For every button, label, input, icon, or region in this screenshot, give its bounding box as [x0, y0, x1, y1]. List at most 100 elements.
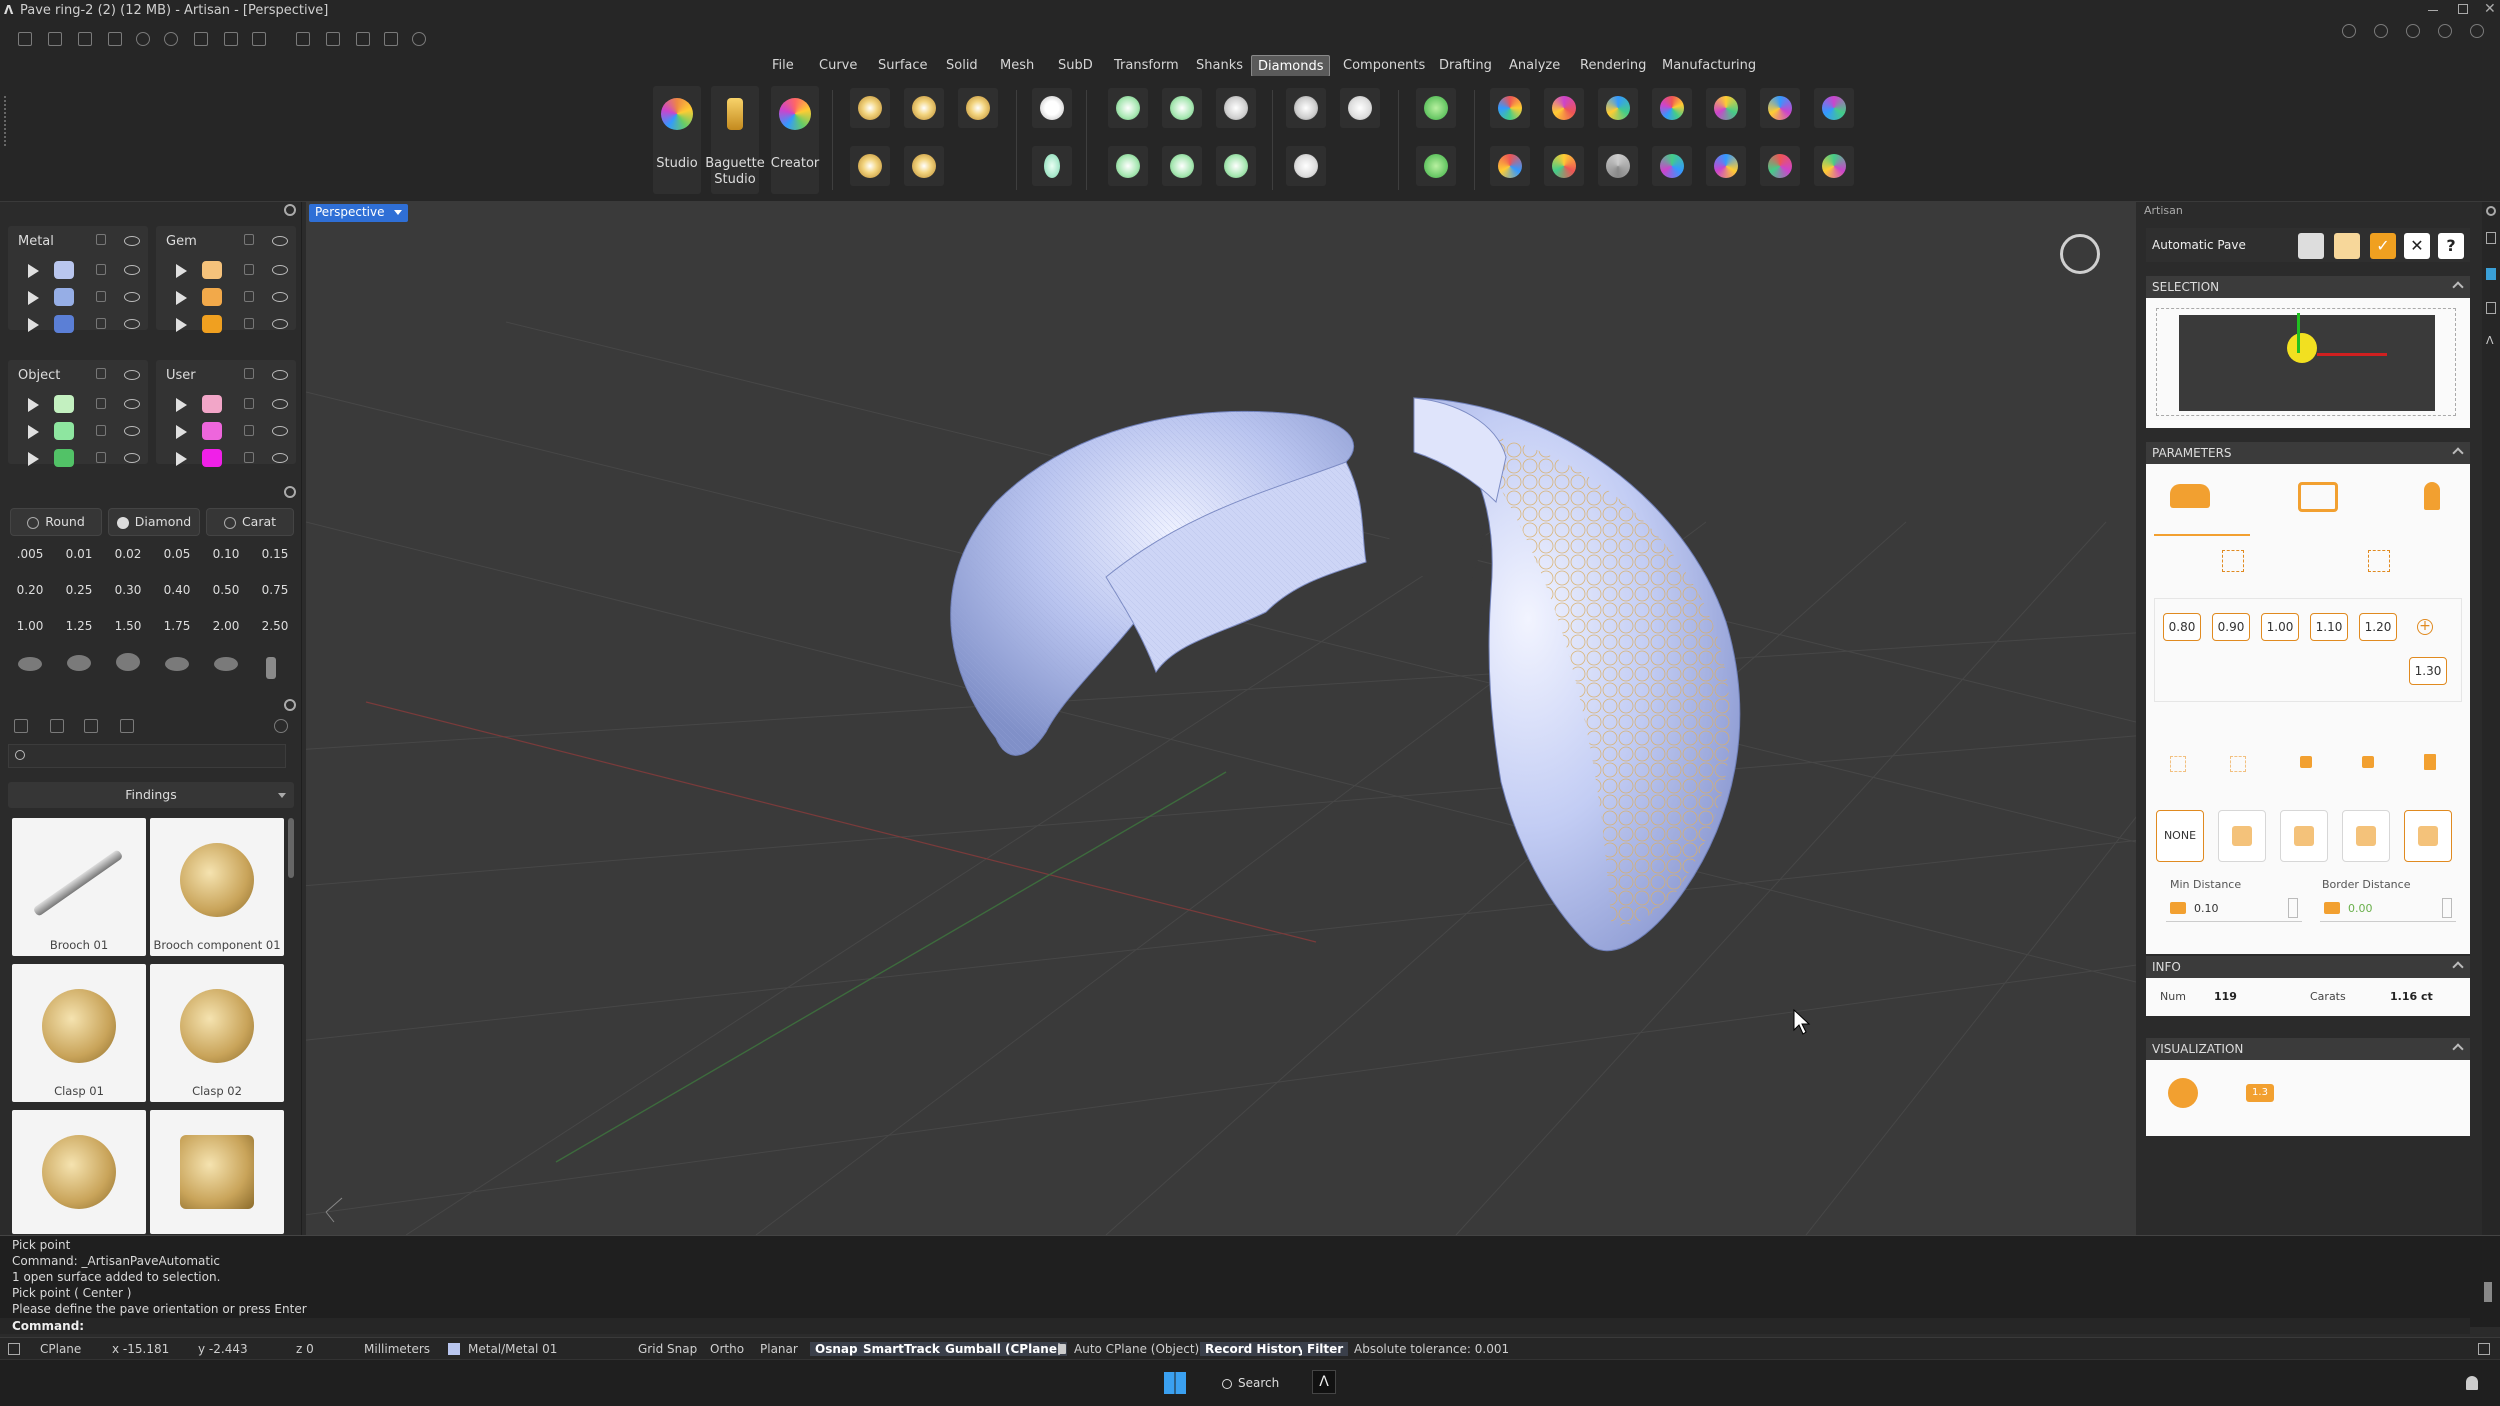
cut-icon[interactable]	[384, 32, 398, 46]
prong-add-button[interactable]	[1416, 88, 1456, 128]
carat-button[interactable]: 0.01	[58, 540, 100, 568]
library-item[interactable]	[150, 1110, 284, 1234]
eye-icon[interactable]	[272, 453, 288, 463]
windows-start-icon[interactable]	[1164, 1372, 1186, 1394]
size-factor-button[interactable]: 1.10	[2310, 613, 2348, 641]
strip-settings-icon[interactable]	[2486, 206, 2496, 216]
menu-transform[interactable]: Transform	[1108, 55, 1185, 77]
snap-icon[interactable]	[412, 32, 426, 46]
strip-properties-icon[interactable]	[2486, 232, 2496, 244]
border-distance-field[interactable]: 0.00	[2320, 896, 2456, 922]
display-icon[interactable]	[2438, 24, 2452, 38]
metal-group-eye-icon[interactable]	[124, 236, 140, 246]
carat-button[interactable]: 2.50	[254, 612, 296, 640]
gem-on-curve-button[interactable]	[850, 88, 890, 128]
play-icon[interactable]	[176, 398, 187, 412]
status-record-history[interactable]: Record History	[1200, 1342, 1311, 1356]
studio-button[interactable]: Studio	[653, 86, 701, 194]
user-group-lock-icon[interactable]	[244, 368, 254, 379]
menu-drafting[interactable]: Drafting	[1433, 55, 1498, 77]
eye-icon[interactable]	[272, 319, 288, 329]
library-grid-icon[interactable]	[120, 719, 134, 733]
gem-shape-dropdown[interactable]: Round	[10, 508, 102, 536]
layer-color-swatch[interactable]	[202, 449, 222, 467]
play-icon[interactable]	[176, 264, 187, 278]
pave-cluster-button[interactable]	[1286, 88, 1326, 128]
eye-icon[interactable]	[272, 399, 288, 409]
play-icon[interactable]	[28, 264, 39, 278]
library-search-input[interactable]	[8, 744, 286, 768]
orientation-custom-button[interactable]	[2404, 810, 2452, 862]
play-icon[interactable]	[176, 318, 187, 332]
layers-icon[interactable]	[2406, 24, 2420, 38]
expand-icon[interactable]	[2170, 756, 2186, 772]
viewport-title-tab[interactable]: Perspective	[309, 204, 409, 222]
orientation-cross-button[interactable]	[2218, 810, 2266, 862]
library-item[interactable]: Brooch component 01	[150, 818, 284, 956]
eye-icon[interactable]	[272, 426, 288, 436]
layer-color-swatch[interactable]	[54, 422, 74, 440]
menu-curve[interactable]: Curve	[813, 55, 863, 77]
gem-tilt-button[interactable]	[1814, 88, 1854, 128]
status-filter[interactable]: Filter	[1302, 1342, 1349, 1356]
layer-row-metal-03[interactable]	[8, 312, 148, 333]
lock-icon[interactable]	[96, 264, 106, 275]
library-category-dropdown[interactable]: Findings	[8, 782, 294, 808]
copy-icon[interactable]	[326, 32, 340, 46]
viewport-menu-caret-icon[interactable]	[394, 210, 403, 215]
library-settings-icon[interactable]	[284, 699, 296, 711]
menu-components[interactable]: Components	[1337, 55, 1431, 77]
lock-icon[interactable]	[96, 452, 106, 463]
settings-gear-icon[interactable]	[2342, 24, 2356, 38]
paste-icon[interactable]	[356, 32, 370, 46]
layer-color-swatch[interactable]	[202, 288, 222, 306]
carat-button[interactable]: 0.50	[205, 576, 247, 604]
gem-profile-low-icon[interactable]	[18, 657, 42, 671]
minimize-icon[interactable]	[2428, 10, 2438, 11]
status-units[interactable]: Millimeters	[364, 1342, 430, 1356]
selection-section-header[interactable]: SELECTION	[2146, 276, 2470, 298]
user-group-eye-icon[interactable]	[272, 370, 288, 380]
cancel-icon[interactable]: ✕	[2404, 233, 2430, 259]
layer-color-swatch[interactable]	[202, 261, 222, 279]
layer-row-gem-03[interactable]	[156, 312, 296, 333]
gem-group-eye-icon[interactable]	[272, 236, 288, 246]
taskbar-search[interactable]: Search	[1210, 1370, 1280, 1396]
layer-color-swatch[interactable]	[54, 315, 74, 333]
auto-cplane-lock-icon[interactable]	[1058, 1344, 1066, 1354]
menu-diamonds[interactable]: Diamonds	[1251, 55, 1331, 77]
gem-replace-button[interactable]	[1544, 146, 1584, 186]
prong-setting-button[interactable]	[1216, 146, 1256, 186]
visualization-section-header[interactable]: VISUALIZATION	[2146, 1038, 2470, 1060]
library-item[interactable]: Clasp 01	[12, 964, 146, 1102]
visualization-gem-icon[interactable]	[2168, 1078, 2198, 1108]
gem-flip-button[interactable]	[1814, 146, 1854, 186]
gem-between-curves-button[interactable]	[904, 88, 944, 128]
info-icon[interactable]	[2470, 24, 2484, 38]
layer-color-swatch[interactable]	[54, 261, 74, 279]
status-current-layer[interactable]: Metal/Metal 01	[468, 1342, 557, 1356]
carat-button[interactable]: 0.02	[107, 540, 149, 568]
library-item[interactable]: Clasp 02	[150, 964, 284, 1102]
pave-dense-button[interactable]	[1340, 88, 1380, 128]
gem-type-dropdown[interactable]: Diamond	[108, 508, 200, 536]
eye-icon[interactable]	[124, 292, 140, 302]
cutter-button[interactable]	[1416, 146, 1456, 186]
eye-icon[interactable]	[124, 399, 140, 409]
carat-button[interactable]: 0.75	[254, 576, 296, 604]
play-icon[interactable]	[28, 291, 39, 305]
menu-analyze[interactable]: Analyze	[1503, 55, 1566, 77]
artisan-taskbar-icon[interactable]: Λ	[1312, 1370, 1336, 1394]
ring-navigator-icon[interactable]	[2060, 234, 2100, 274]
menu-subd[interactable]: SubD	[1052, 55, 1099, 77]
play-icon[interactable]	[28, 425, 39, 439]
orientation-none-button[interactable]: NONE	[2156, 810, 2204, 862]
library-item[interactable]: Brooch 01	[12, 818, 146, 956]
size-factor-button[interactable]: 0.80	[2163, 613, 2201, 641]
gem-distance-button[interactable]	[1598, 146, 1638, 186]
gem-prong-icon[interactable]	[266, 657, 276, 679]
hand-icon[interactable]	[2298, 233, 2324, 259]
close-window-icon[interactable]: ✕	[2484, 1, 2496, 17]
layer-row-object-03[interactable]	[8, 446, 148, 467]
lock-icon[interactable]	[244, 425, 254, 436]
